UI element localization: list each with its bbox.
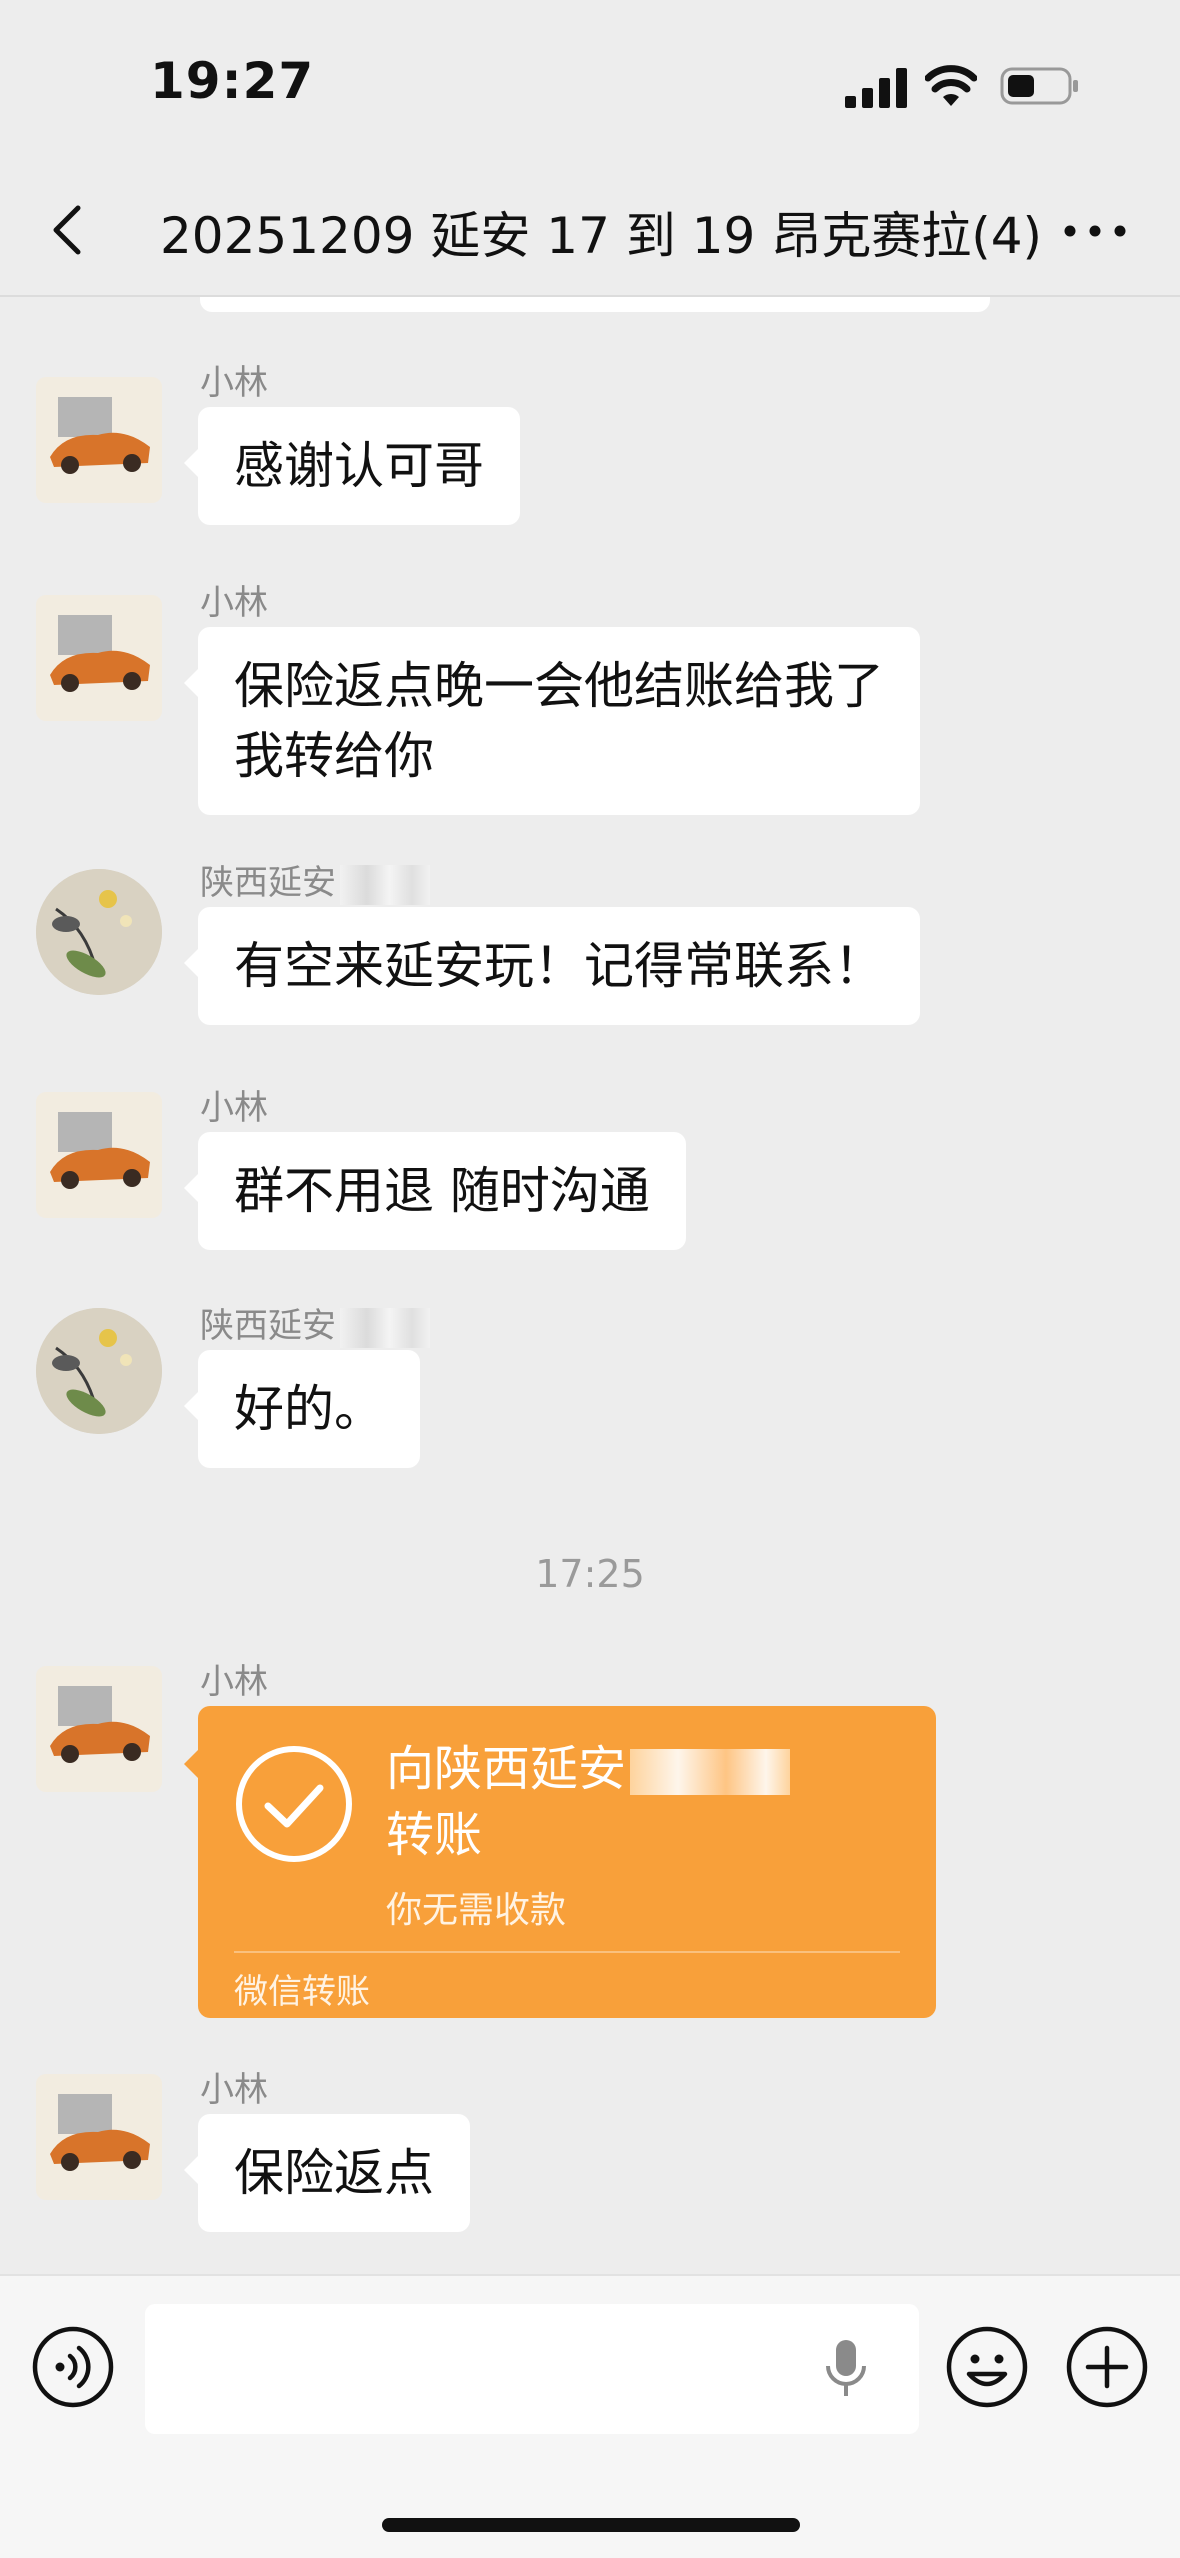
home-indicator[interactable] [382, 2518, 800, 2532]
message-bubble[interactable] [200, 297, 990, 312]
back-arrow-icon[interactable] [40, 200, 100, 260]
redacted-name [340, 864, 430, 905]
input-bar [0, 2274, 1180, 2558]
chat-header: 20251209 延安 17 到 19 昂克赛拉(4) [0, 170, 1180, 297]
plus-icon[interactable] [1064, 2324, 1150, 2410]
status-time: 19:27 [150, 52, 315, 110]
sender-name: 小林 [200, 2070, 268, 2110]
sender-name: 小林 [200, 1662, 268, 1702]
message-timestamp: 17:25 [535, 1552, 645, 1596]
transfer-status: 你无需收款 [386, 1890, 567, 1931]
avatar[interactable] [36, 377, 162, 503]
message-bubble[interactable]: 感谢认可哥 [184, 407, 520, 525]
transfer-footer: 微信转账 [234, 1972, 370, 2012]
sender-name: 小林 [200, 1088, 268, 1128]
message-bubble[interactable]: 保险返点 [184, 2114, 470, 2232]
chat-title: 20251209 延安 17 到 19 昂克赛拉(4) [160, 207, 1043, 265]
voice-icon[interactable] [30, 2324, 116, 2410]
avatar[interactable] [36, 1092, 162, 1218]
avatar[interactable] [36, 1666, 162, 1792]
message-line: 保险返点晚一会他结账给我了 [234, 657, 884, 715]
transfer-card[interactable]: 向陕西延安 转账 你无需收款 微信转账 [184, 1706, 936, 2018]
more-icon[interactable] [1060, 206, 1130, 256]
divider [234, 1951, 900, 1953]
sender-name: 小林 [200, 583, 268, 623]
sender-name: 陕西延安 [200, 855, 430, 905]
transfer-title: 向陕西延安 转账 [386, 1736, 791, 1868]
wifi-icon [925, 65, 977, 106]
redacted-name [340, 1307, 430, 1348]
message-bubble[interactable]: 好的。 [184, 1350, 420, 1468]
message-bubble[interactable]: 保险返点晚一会他结账给我了 我转给你 [184, 627, 920, 815]
signal-icon [845, 68, 907, 108]
status-bar: 19:27 [0, 0, 1180, 170]
avatar[interactable] [36, 595, 162, 721]
sender-name: 陕西延安 [200, 1298, 430, 1348]
sender-name: 小林 [200, 363, 268, 403]
avatar[interactable] [36, 1308, 162, 1434]
avatar[interactable] [36, 2074, 162, 2200]
avatar[interactable] [36, 869, 162, 995]
check-circle-icon [236, 1746, 352, 1862]
chat-messages[interactable]: 小林 感谢认可哥 小林 保险返点晚一会他结账给我了 我转给你 陕西延安 有空来延… [0, 297, 1180, 2274]
message-line: 我转给你 [234, 727, 434, 785]
microphone-icon[interactable] [822, 2338, 870, 2398]
message-bubble[interactable]: 有空来延安玩！记得常联系！ [184, 907, 920, 1025]
emoji-icon[interactable] [944, 2324, 1030, 2410]
message-bubble[interactable]: 群不用退 随时沟通 [184, 1132, 686, 1250]
battery-icon [1000, 67, 1078, 105]
redacted-name [630, 1749, 791, 1795]
message-input[interactable] [145, 2304, 919, 2434]
